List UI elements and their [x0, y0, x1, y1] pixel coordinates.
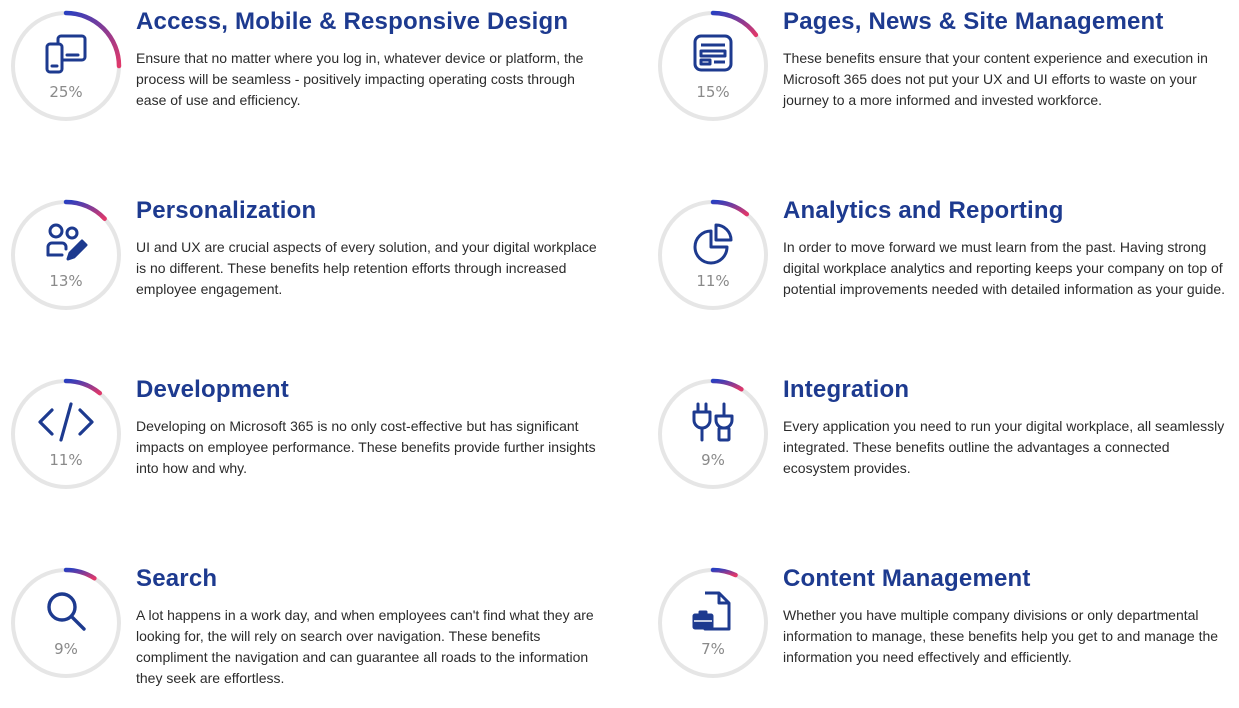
- card-title: Pages, News & Site Management: [783, 8, 1164, 35]
- web-page-icon: [691, 32, 735, 76]
- percent-ring: 25%: [8, 8, 124, 124]
- card-title: Content Management: [783, 565, 1031, 592]
- card-title: Development: [136, 376, 289, 403]
- percent-label: 9%: [701, 451, 725, 469]
- percent-arc: [63, 567, 97, 581]
- benefit-card-personalization: 13% Personalization UI and UX are crucia…: [8, 197, 608, 337]
- benefit-card-content-management: 7% Content Management Whether you have m…: [655, 565, 1239, 705]
- percent-ring: 7%: [655, 565, 771, 681]
- percent-label: 9%: [54, 640, 78, 658]
- card-description: A lot happens in a work day, and when em…: [136, 607, 594, 686]
- percent-label: 11%: [696, 272, 730, 290]
- card-description: Every application you need to run your d…: [783, 418, 1225, 476]
- benefit-card-search: 9% Search A lot happens in a work day, a…: [8, 565, 608, 705]
- percent-ring: 11%: [655, 197, 771, 313]
- benefit-card-development: 11% Development Developing on Microsoft …: [8, 376, 608, 516]
- percent-ring: 9%: [655, 376, 771, 492]
- card-title: Integration: [783, 376, 910, 403]
- card-title: Search: [136, 565, 218, 592]
- benefit-card-pages-news: 15% Pages, News & Site Management These …: [655, 8, 1239, 148]
- benefit-card-access-mobile: 25% Access, Mobile & Responsive Design E…: [8, 8, 608, 148]
- card-description: These benefits ensure that your content …: [783, 50, 1208, 108]
- card-description: Developing on Microsoft 365 is no only c…: [136, 418, 596, 476]
- percent-ring: 15%: [655, 8, 771, 124]
- people-edit-icon: [44, 221, 88, 265]
- devices-icon: [44, 32, 88, 76]
- document-briefcase-icon: [691, 589, 735, 633]
- pie-chart-icon: [691, 221, 735, 265]
- card-title: Personalization: [136, 197, 317, 224]
- percent-label: 7%: [701, 640, 725, 658]
- percent-label: 11%: [49, 451, 83, 469]
- percent-arc: [63, 199, 107, 221]
- percent-ring: 13%: [8, 197, 124, 313]
- card-description: Ensure that no matter where you log in, …: [136, 50, 584, 108]
- benefit-card-analytics: 11% Analytics and Reporting In order to …: [655, 197, 1239, 337]
- percent-arc: [710, 378, 744, 392]
- percent-arc: [710, 199, 750, 217]
- percent-ring: 11%: [8, 376, 124, 492]
- card-title: Access, Mobile & Responsive Design: [136, 8, 569, 35]
- percent-label: 13%: [49, 272, 83, 290]
- card-description: Whether you have multiple company divisi…: [783, 607, 1219, 665]
- percent-label: 25%: [49, 83, 83, 101]
- percent-arc: [710, 567, 738, 578]
- search-icon: [44, 589, 88, 633]
- benefit-card-integration: 9% Integration Every application you nee…: [655, 376, 1239, 516]
- card-title: Analytics and Reporting: [783, 197, 1064, 224]
- code-icon: [38, 400, 94, 444]
- card-description: In order to move forward we must learn f…: [783, 239, 1226, 297]
- percent-arc: [63, 378, 103, 396]
- card-description: UI and UX are crucial aspects of every s…: [136, 239, 597, 297]
- percent-label: 15%: [696, 83, 730, 101]
- percent-ring: 9%: [8, 565, 124, 681]
- plug-connector-icon: [691, 400, 735, 444]
